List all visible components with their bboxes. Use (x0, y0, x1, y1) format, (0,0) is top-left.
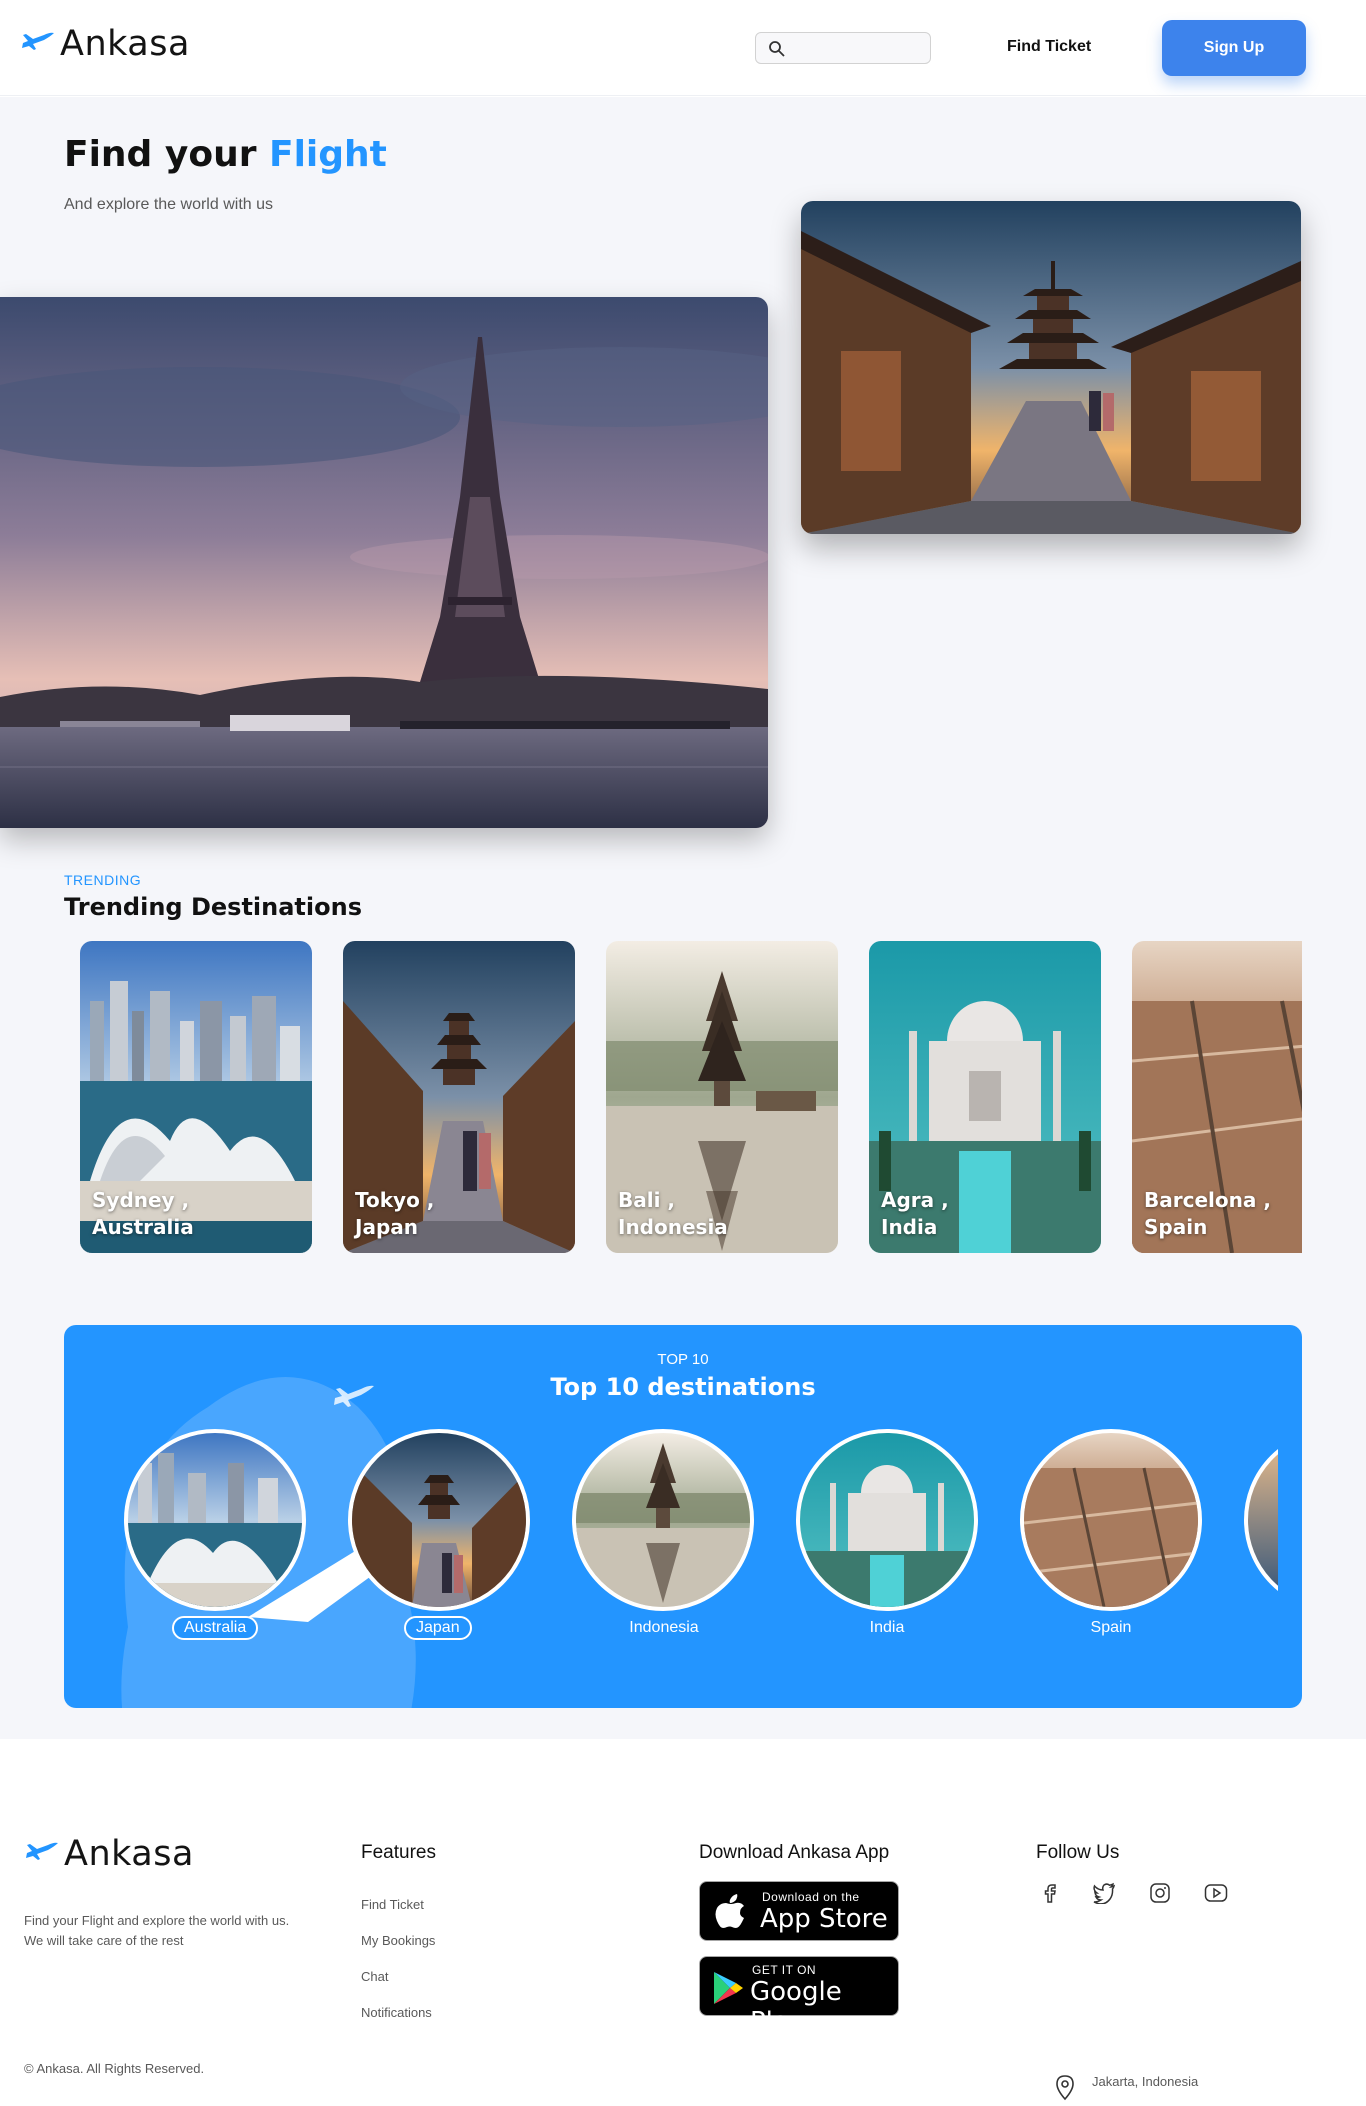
trending-label: TRENDING (64, 872, 142, 888)
plane-logo-icon (26, 1842, 58, 1860)
top10-label-japan: Japan (404, 1616, 472, 1640)
hero-title: Find your Flight (64, 134, 387, 175)
hero-image-paris (0, 297, 768, 828)
trending-card-bali[interactable]: Bali , Indonesia (606, 941, 838, 1253)
youtube-icon[interactable] (1202, 1879, 1230, 1907)
location-pin-icon (1056, 2075, 1074, 2101)
trending-card-barcelona[interactable]: Barcelona , Spain (1132, 941, 1302, 1253)
trending-card-agra[interactable]: Agra , India (869, 941, 1101, 1253)
apple-icon (715, 1894, 744, 1928)
top10-label-spain: Spain (1090, 1619, 1132, 1636)
hero-image-kyoto (801, 201, 1301, 534)
top10-circle-spain[interactable] (1020, 1429, 1202, 1611)
footer-description: Find your Flight and explore the world w… (24, 1913, 290, 1948)
search-input[interactable] (755, 32, 931, 64)
top10-section: TOP 10 Top 10 destinations Australia Jap… (64, 1325, 1302, 1708)
plane-logo-icon (22, 32, 54, 50)
footer-link-notifications[interactable]: Notifications (361, 2005, 432, 2020)
brand-logo[interactable]: Ankasa (20, 24, 190, 64)
card-label: Bali , Indonesia (618, 1188, 728, 1239)
site-footer: Ankasa Find your Flight and explore the … (0, 1739, 1366, 2106)
signup-button[interactable]: Sign Up (1162, 20, 1306, 76)
search-icon (769, 41, 785, 57)
logo-text: Ankasa (60, 24, 190, 64)
instagram-icon[interactable] (1146, 1879, 1174, 1907)
footer-link-my-bookings[interactable]: My Bookings (361, 1933, 435, 1948)
top10-label-australia: Australia (172, 1616, 259, 1640)
footer-link-find-ticket[interactable]: Find Ticket (361, 1897, 424, 1912)
top10-label-indonesia: Indonesia (629, 1619, 699, 1636)
trending-card-sydney[interactable]: Sydney , Australia (80, 941, 312, 1253)
card-label: Tokyo , Japan (355, 1188, 435, 1239)
features-heading: Features (361, 1842, 436, 1863)
footer-brand-logo[interactable]: Ankasa (24, 1834, 194, 1874)
top10-circle-australia[interactable] (124, 1429, 306, 1611)
top10-label-india: India (869, 1619, 905, 1636)
top10-label: TOP 10 (657, 1351, 709, 1368)
copyright: © Ankasa. All Rights Reserved. (24, 2061, 205, 2076)
top10-circle-japan[interactable] (348, 1429, 530, 1611)
trending-title: Trending Destinations (64, 893, 362, 921)
card-label: Barcelona , Spain (1144, 1188, 1271, 1239)
hero-subtitle: And explore the world with us (64, 196, 273, 213)
top10-circle-india[interactable] (796, 1429, 978, 1611)
logo-text: Ankasa (64, 1834, 194, 1874)
app-store-button[interactable]: Download on the App Store (699, 1881, 899, 1941)
site-header: Ankasa Find Ticket Sign Up (0, 0, 1366, 96)
top10-circle-indonesia[interactable] (572, 1429, 754, 1611)
card-label: Sydney , Australia (92, 1188, 194, 1239)
trending-carousel[interactable]: Sydney , Australia Tokyo , Japan Bali , … (80, 941, 1302, 1253)
nav-find-ticket[interactable]: Find Ticket (1007, 38, 1091, 56)
location-text: Jakarta, Indonesia (1092, 2074, 1199, 2089)
google-play-button[interactable]: GET IT ON Google Play (699, 1956, 899, 2037)
facebook-icon[interactable] (1036, 1879, 1064, 1907)
card-label: Agra , India (881, 1188, 949, 1239)
footer-link-chat[interactable]: Chat (361, 1969, 388, 1984)
google-play-icon (714, 1972, 743, 2004)
twitter-icon[interactable] (1090, 1879, 1118, 1907)
top10-title: Top 10 destinations (550, 1373, 816, 1401)
top10-circle-partial[interactable] (1244, 1429, 1278, 1611)
follow-heading: Follow Us (1036, 1842, 1120, 1863)
trending-card-tokyo[interactable]: Tokyo , Japan (343, 941, 575, 1253)
download-heading: Download Ankasa App (699, 1842, 890, 1863)
